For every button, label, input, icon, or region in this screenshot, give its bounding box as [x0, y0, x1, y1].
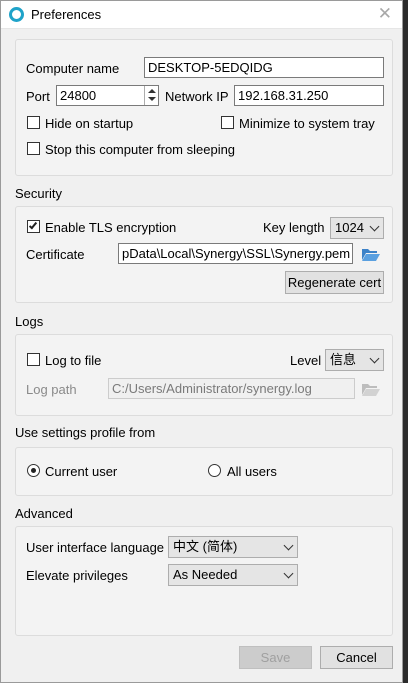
security-section-title: Security [15, 186, 62, 201]
save-button[interactable]: Save [239, 646, 312, 669]
hide-on-startup-checkbox[interactable] [27, 116, 40, 129]
minimize-to-tray-checkbox[interactable] [221, 116, 234, 129]
certificate-label: Certificate [26, 247, 85, 262]
log-to-file-label[interactable]: Log to file [45, 353, 101, 368]
log-path-field[interactable]: C:/Users/Administrator/synergy.log [108, 378, 355, 399]
minimize-to-tray-label[interactable]: Minimize to system tray [239, 116, 375, 131]
folder-open-icon-disabled[interactable] [361, 381, 381, 397]
synergy-app-icon [9, 7, 24, 22]
chevron-down-icon [369, 353, 380, 364]
chevron-down-icon [283, 568, 294, 579]
log-to-file-checkbox[interactable] [27, 353, 40, 366]
log-level-value: 信息 [330, 352, 357, 367]
level-label: Level [290, 353, 322, 368]
key-length-value: 1024 [335, 220, 364, 235]
ui-language-select[interactable]: 中文 (简体) [168, 536, 298, 558]
log-level-select[interactable]: 信息 [325, 349, 384, 371]
logs-section-title: Logs [15, 314, 44, 329]
hide-on-startup-label[interactable]: Hide on startup [45, 116, 133, 131]
chevron-down-icon [369, 221, 380, 232]
computer-name-field[interactable]: DESKTOP-5EDQIDG [144, 57, 384, 78]
radio-selected-dot [31, 468, 36, 473]
window-title: Preferences [31, 7, 102, 22]
advanced-section-title: Advanced [15, 506, 73, 521]
elevate-privileges-label: Elevate privileges [26, 568, 128, 583]
port-spin-buttons[interactable] [144, 86, 158, 105]
chevron-down-icon [283, 540, 294, 551]
current-user-label[interactable]: Current user [45, 464, 117, 479]
certificate-path-field[interactable]: pData\Local\Synergy\SSL\Synergy.pem [118, 243, 353, 264]
regenerate-cert-button[interactable]: Regenerate cert [285, 271, 384, 294]
stop-sleeping-checkbox[interactable] [27, 142, 40, 155]
preferences-window: Preferences ✕ Computer name DESKTOP-5EDQ… [0, 0, 403, 683]
folder-open-icon[interactable] [361, 246, 381, 262]
current-user-radio[interactable] [27, 464, 40, 477]
close-icon[interactable]: ✕ [378, 4, 392, 24]
network-ip-label: Network IP [165, 89, 229, 104]
key-length-select[interactable]: 1024 [330, 217, 384, 239]
profile-section-title: Use settings profile from [15, 425, 156, 440]
computer-name-label: Computer name [26, 61, 120, 76]
checkmark-icon [28, 220, 38, 230]
logs-panel [15, 334, 393, 416]
elevate-privileges-select[interactable]: As Needed [168, 564, 298, 586]
ui-language-value: 中文 (简体) [173, 539, 238, 554]
cancel-button[interactable]: Cancel [320, 646, 393, 669]
enable-tls-checkbox[interactable] [27, 220, 40, 233]
all-users-label[interactable]: All users [227, 464, 277, 479]
stop-sleeping-label[interactable]: Stop this computer from sleeping [45, 142, 235, 157]
ui-language-label: User interface language [26, 540, 165, 555]
spin-up-icon[interactable] [148, 89, 156, 93]
key-length-label: Key length [263, 220, 325, 235]
port-label: Port [26, 89, 50, 104]
network-ip-field[interactable]: 192.168.31.250 [234, 85, 384, 106]
enable-tls-label[interactable]: Enable TLS encryption [45, 220, 176, 235]
elevate-privileges-value: As Needed [173, 567, 238, 582]
all-users-radio[interactable] [208, 464, 221, 477]
log-path-label: Log path [26, 382, 77, 397]
title-bar: Preferences ✕ [1, 1, 402, 29]
spin-down-icon[interactable] [148, 97, 156, 101]
